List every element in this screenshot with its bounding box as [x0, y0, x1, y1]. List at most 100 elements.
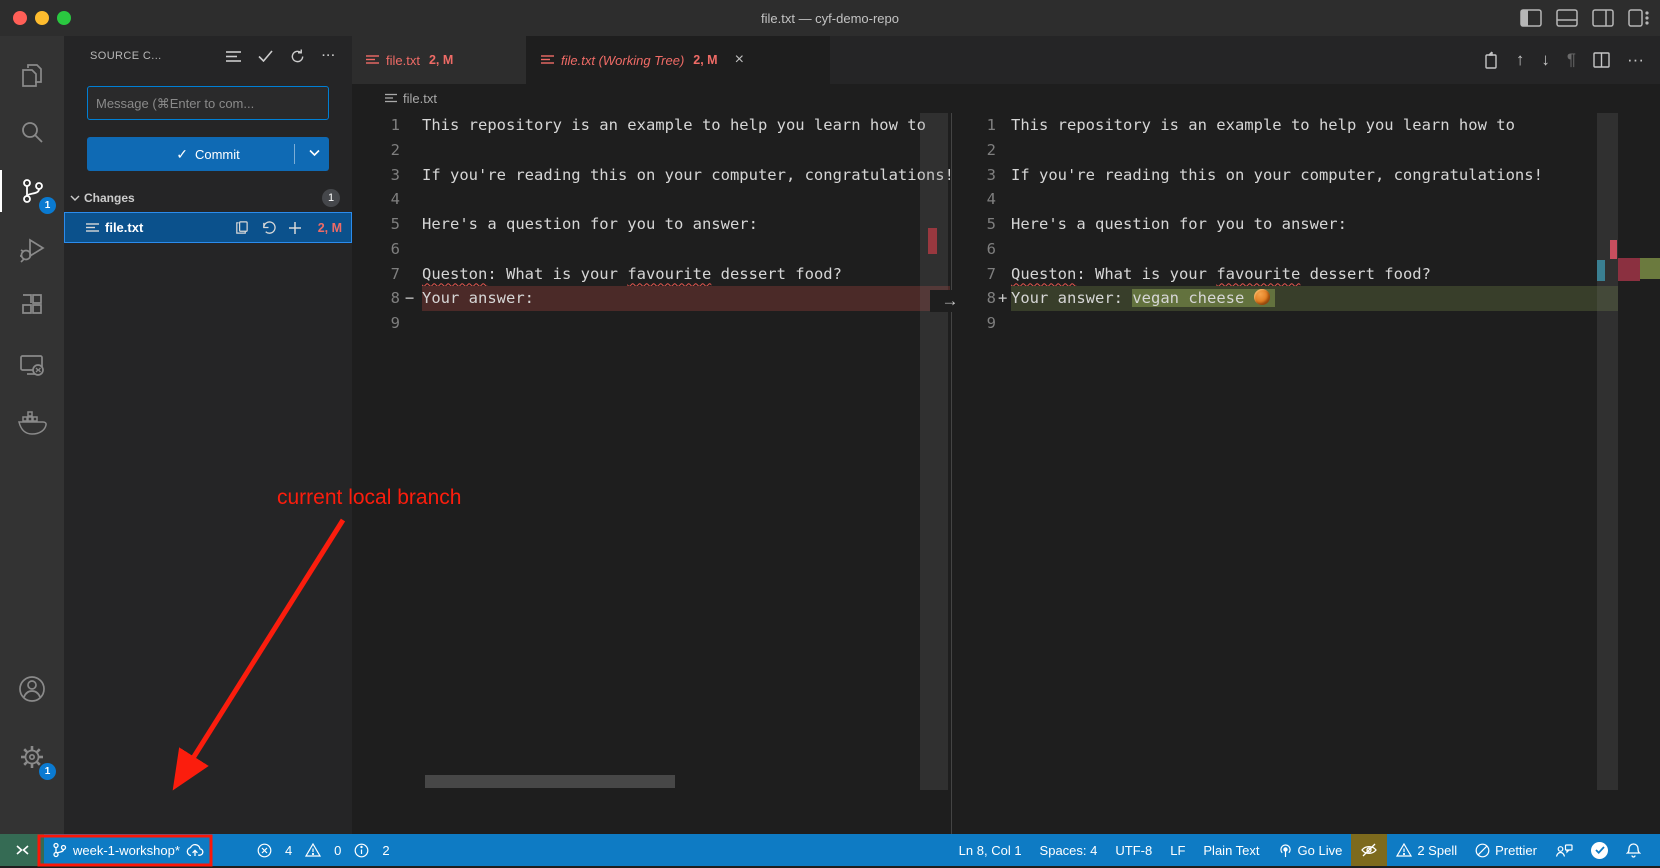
- code-line[interactable]: 3If you're reading this on your computer…: [952, 163, 1660, 188]
- eol-item[interactable]: LF: [1161, 834, 1194, 866]
- whitespace-icon[interactable]: ¶: [1567, 50, 1576, 70]
- file-icon: [385, 93, 397, 104]
- vscode-window: file.txt — cyf-demo-repo 1: [0, 0, 1660, 868]
- remote-indicator[interactable]: [0, 834, 44, 866]
- problems-status-item[interactable]: 4 0 2: [248, 834, 406, 866]
- commit-message-input[interactable]: [87, 86, 329, 120]
- changed-file-row[interactable]: file.txt 2, M: [64, 212, 352, 243]
- indentation-item[interactable]: Spaces: 4: [1031, 834, 1107, 866]
- code-line[interactable]: 1This repository is an example to help y…: [952, 113, 1660, 138]
- commit-dropdown-icon[interactable]: [309, 149, 320, 157]
- toggle-secondary-sidebar-icon[interactable]: [1592, 9, 1614, 27]
- customize-layout-icon[interactable]: [1628, 9, 1650, 27]
- code-line[interactable]: 5Here's a question for you to answer:: [352, 212, 950, 237]
- added-code-line[interactable]: 8+Your answer: vegan cheese: [952, 286, 1660, 311]
- notifications-bell-icon[interactable]: [1617, 834, 1650, 866]
- code-line[interactable]: 2: [352, 138, 950, 163]
- remote-explorer-icon[interactable]: [0, 336, 64, 394]
- changes-count-badge: 1: [322, 189, 340, 207]
- diff-original-pane[interactable]: 1This repository is an example to help y…: [352, 113, 950, 834]
- breadcrumb[interactable]: file.txt: [352, 84, 1660, 113]
- code-line[interactable]: 1This repository is an example to help y…: [352, 113, 950, 138]
- changes-section-header[interactable]: Changes 1: [64, 186, 352, 210]
- prettier-status-item[interactable]: Prettier: [1466, 834, 1546, 866]
- source-control-icon[interactable]: 1: [0, 162, 64, 220]
- commit-check-icon[interactable]: [258, 50, 273, 62]
- broadcast-icon: [1278, 843, 1293, 858]
- source-control-sidebar: SOURCE C... ··· ✓ Commit Changes 1 file.…: [64, 36, 352, 834]
- tunnel-ready-icon[interactable]: [1582, 834, 1617, 866]
- left-scrollbar[interactable]: [920, 113, 948, 790]
- feedback-icon[interactable]: [1546, 834, 1582, 866]
- spell-status-item[interactable]: 2 Spell: [1387, 834, 1466, 866]
- horizontal-scrollbar[interactable]: [425, 775, 675, 788]
- open-changes-icon[interactable]: [1481, 51, 1499, 69]
- code-line[interactable]: 5Here's a question for you to answer:: [952, 212, 1660, 237]
- refresh-icon[interactable]: [290, 49, 305, 64]
- toggle-panel-icon[interactable]: [1556, 9, 1578, 27]
- extensions-icon[interactable]: [0, 278, 64, 336]
- right-overview-info-mark: [1597, 260, 1605, 281]
- code-line[interactable]: 3If you're reading this on your computer…: [352, 163, 950, 188]
- branch-status-item[interactable]: week-1-workshop*: [44, 834, 212, 866]
- right-scrollbar[interactable]: [1597, 113, 1618, 790]
- docker-icon[interactable]: [0, 394, 64, 452]
- toggle-sidebar-icon[interactable]: [1520, 9, 1542, 27]
- search-icon[interactable]: [0, 104, 64, 162]
- more-actions-icon[interactable]: ···: [1627, 50, 1644, 70]
- settings-badge: 1: [39, 763, 56, 780]
- previous-change-icon[interactable]: ↑: [1516, 50, 1525, 70]
- spell-checker-disabled-item[interactable]: [1351, 834, 1387, 866]
- diff-editor: 1This repository is an example to help y…: [352, 113, 1660, 834]
- split-editor-icon[interactable]: [1593, 52, 1610, 68]
- sidebar-title: SOURCE C...: [90, 50, 226, 62]
- commit-button[interactable]: ✓ Commit: [87, 137, 329, 171]
- code-line[interactable]: 4: [952, 187, 1660, 212]
- scm-changes-badge: 1: [39, 197, 56, 214]
- file-icon: [366, 54, 379, 66]
- window-title: file.txt — cyf-demo-repo: [0, 11, 1660, 26]
- minimize-window-button[interactable]: [35, 11, 49, 25]
- cursor-position-item[interactable]: Ln 8, Col 1: [950, 834, 1031, 866]
- code-line[interactable]: 7Queston: What is your favourite dessert…: [352, 262, 950, 287]
- discard-changes-icon[interactable]: [261, 221, 276, 235]
- code-line[interactable]: 4: [352, 187, 950, 212]
- next-change-icon[interactable]: ↓: [1541, 50, 1550, 70]
- go-live-item[interactable]: Go Live: [1269, 834, 1352, 866]
- open-file-icon[interactable]: [234, 220, 249, 235]
- close-window-button[interactable]: [13, 11, 27, 25]
- code-line[interactable]: 6: [952, 237, 1660, 262]
- settings-gear-icon[interactable]: 1: [0, 728, 64, 786]
- code-line[interactable]: 9: [352, 311, 950, 336]
- accounts-icon[interactable]: [0, 660, 64, 718]
- chevron-down-icon: [70, 195, 80, 202]
- slashed-circle-icon: [1475, 843, 1490, 858]
- info-icon: [354, 843, 369, 858]
- stage-changes-icon[interactable]: [288, 221, 302, 235]
- code-line[interactable]: 9: [952, 311, 1660, 336]
- code-line[interactable]: 6: [352, 237, 950, 262]
- tab-file-txt-working-tree[interactable]: file.txt (Working Tree) 2, M ×: [527, 36, 830, 84]
- code-line[interactable]: 2: [952, 138, 1660, 163]
- run-debug-icon[interactable]: [0, 220, 64, 278]
- file-icon: [541, 54, 554, 66]
- branch-icon: [52, 842, 67, 858]
- language-mode-item[interactable]: Plain Text: [1194, 834, 1268, 866]
- diff-modified-pane[interactable]: 1This repository is an example to help y…: [951, 113, 1660, 834]
- encoding-item[interactable]: UTF-8: [1106, 834, 1161, 866]
- right-overview-error-mark: [1618, 258, 1640, 281]
- explorer-icon[interactable]: [0, 46, 64, 104]
- more-actions-icon[interactable]: ···: [322, 50, 336, 62]
- diff-swap-arrow-icon[interactable]: →: [930, 290, 970, 312]
- tab-file-txt[interactable]: file.txt 2, M: [352, 36, 527, 84]
- window-controls: [13, 11, 71, 25]
- warning-icon: [305, 843, 321, 857]
- view-options-icon[interactable]: [226, 50, 241, 63]
- check-icon: ✓: [176, 146, 188, 163]
- title-bar: file.txt — cyf-demo-repo: [0, 0, 1660, 36]
- deleted-code-line[interactable]: 8−Your answer:: [352, 286, 950, 311]
- warning-icon: [1396, 843, 1412, 857]
- close-tab-icon[interactable]: ×: [735, 51, 744, 69]
- code-line[interactable]: 7Queston: What is your favourite dessert…: [952, 262, 1660, 287]
- maximize-window-button[interactable]: [57, 11, 71, 25]
